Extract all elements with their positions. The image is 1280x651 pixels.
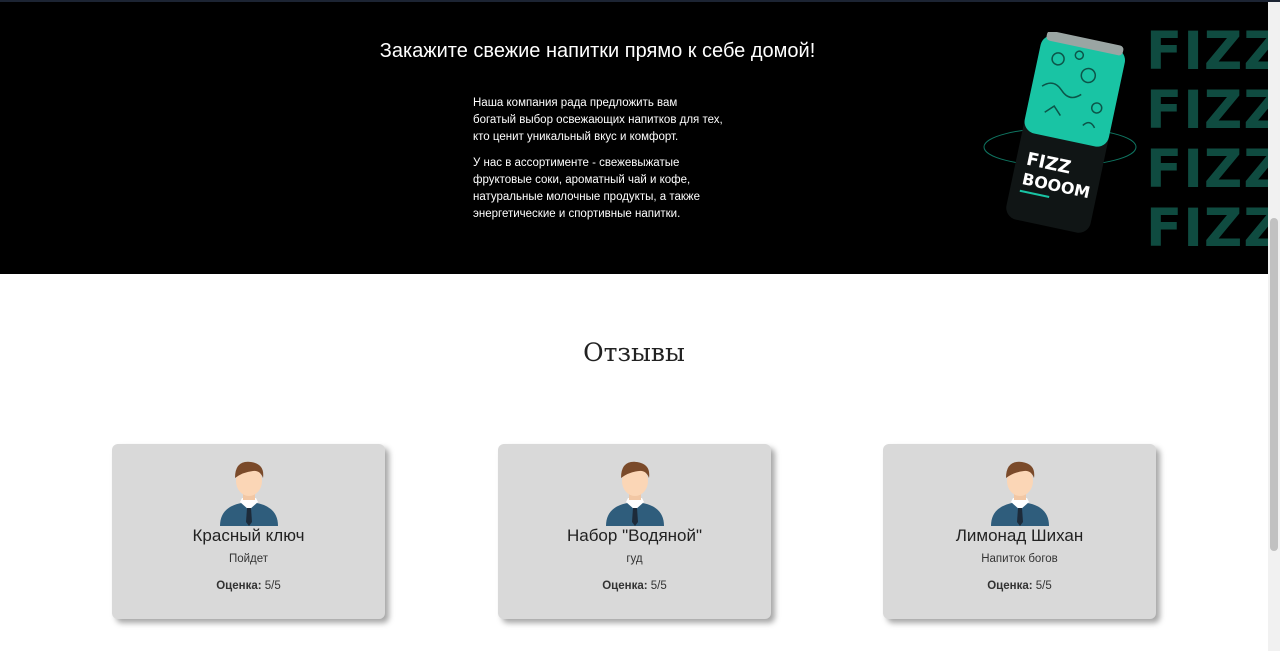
user-avatar-icon [991, 461, 1049, 526]
review-text: гуд [626, 553, 643, 565]
review-card: Лимонад Шихан Напиток богов Оценка: 5/5 [883, 444, 1156, 619]
fizz-word: FIZZ [1146, 21, 1268, 82]
fizz-word: FIZZ [1146, 139, 1268, 200]
review-card: Набор "Водяной" гуд Оценка: 5/5 [498, 444, 771, 619]
review-rating: Оценка: 5/5 [112, 580, 385, 592]
rating-value: 5/5 [1035, 580, 1052, 592]
fizz-word: FIZZ [1146, 80, 1268, 141]
review-text: Пойдет [228, 553, 269, 565]
review-rating: Оценка: 5/5 [498, 580, 771, 592]
fizz-background-text: FIZZ FIZZ FIZZ FIZZ [1146, 22, 1268, 258]
rating-value: 5/5 [650, 580, 667, 592]
fizz-word: FIZZ [1146, 198, 1268, 259]
rating-value: 5/5 [264, 580, 281, 592]
review-product-name: Лимонад Шихан [955, 526, 1084, 545]
drink-can-graphic: FIZZ BOOOM [983, 30, 1137, 233]
hero-paragraph-1: Наша компания рада предложить вам богаты… [473, 97, 723, 143]
rating-label: Оценка: [602, 580, 648, 592]
page: Закажите свежие напитки прямо к себе дом… [0, 0, 1280, 651]
review-product-name: Красный ключ [192, 526, 305, 545]
review-product-name: Набор "Водяной" [566, 526, 703, 545]
scrollbar-thumb[interactable] [1270, 218, 1278, 551]
rating-label: Оценка: [987, 580, 1033, 592]
user-avatar-icon [606, 461, 664, 526]
review-rating: Оценка: 5/5 [883, 580, 1156, 592]
hero-description: Наша компания рада предложить вам богаты… [473, 95, 723, 232]
review-text: Напиток богов [981, 553, 1058, 565]
review-card: Красный ключ Пойдет Оценка: 5/5 [112, 444, 385, 619]
user-avatar-icon [220, 461, 278, 526]
hero-banner: Закажите свежие напитки прямо к себе дом… [0, 2, 1268, 274]
hero-paragraph-2: У нас в ассортименте - свежевыжатые фрук… [473, 157, 700, 220]
rating-label: Оценка: [216, 580, 262, 592]
drink-can-image: FIZZ BOOOM [980, 30, 1150, 242]
reviews-heading: Отзывы [583, 338, 685, 367]
